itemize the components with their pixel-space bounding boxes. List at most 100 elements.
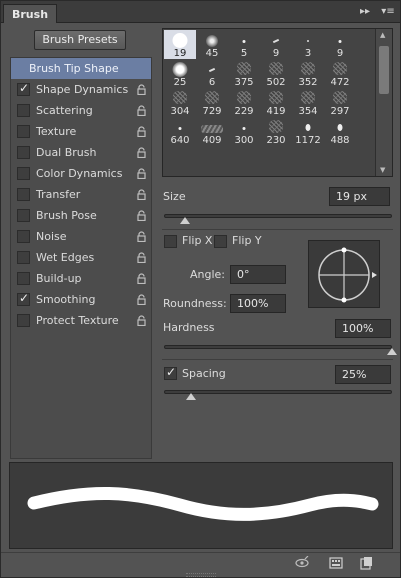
spacing-slider-thumb[interactable] <box>186 393 197 400</box>
option-checkbox[interactable] <box>17 188 30 201</box>
option-checkbox[interactable] <box>17 272 30 285</box>
brush-option-color-dynamics[interactable]: Color Dynamics <box>11 163 151 184</box>
brush-tip-cell[interactable]: 300 <box>228 117 260 146</box>
option-checkbox[interactable] <box>17 104 30 117</box>
brush-angle-widget[interactable] <box>308 240 380 308</box>
lock-icon[interactable] <box>136 210 147 221</box>
scroll-up-icon[interactable]: ▲ <box>380 31 385 39</box>
brush-tip-cell[interactable]: 352 <box>292 59 324 88</box>
panel-menu-icon[interactable]: ▾≡ <box>379 4 397 20</box>
brush-tip-cell[interactable]: 409 <box>196 117 228 146</box>
brush-tip-cell[interactable]: 230 <box>260 117 292 146</box>
option-checkbox[interactable]: ✓ <box>17 81 30 96</box>
brush-tip-cell[interactable]: 1172 <box>292 117 324 146</box>
brush-tip-cell[interactable]: 375 <box>228 59 260 88</box>
option-checkbox[interactable] <box>17 314 30 327</box>
brush-tip-grid[interactable]: 19 45 5 9 3 9 25 6 375 502 352 472 304 729 229 419 354 29… <box>162 28 393 177</box>
brush-option-smoothing[interactable]: ✓ Smoothing <box>11 289 151 310</box>
lock-icon[interactable] <box>136 273 147 284</box>
brush-size-label: 25 <box>173 77 187 88</box>
size-slider[interactable] <box>164 214 392 218</box>
new-brush-icon[interactable] <box>359 556 373 570</box>
brush-option-shape-dynamics[interactable]: ✓ Shape Dynamics <box>11 79 151 100</box>
brush-tip-cell[interactable]: 419 <box>260 88 292 117</box>
size-slider-thumb[interactable] <box>179 217 190 224</box>
spacing-field[interactable]: 25% <box>335 365 391 384</box>
brush-tip-thumbnail-icon <box>172 33 188 48</box>
scroll-down-icon[interactable]: ▼ <box>380 166 385 174</box>
option-label: Smoothing <box>36 293 96 306</box>
brush-presets-button[interactable]: Brush Presets <box>34 30 126 50</box>
lock-icon[interactable] <box>136 294 147 305</box>
option-checkbox[interactable] <box>17 146 30 159</box>
brush-tip-cell[interactable]: 25 <box>164 59 196 88</box>
brush-tip-cell[interactable]: 6 <box>196 59 228 88</box>
lock-icon[interactable] <box>136 315 147 326</box>
brush-grid-scrollbar[interactable]: ▲ ▼ <box>375 29 392 176</box>
brush-tip-cell[interactable]: 19 <box>164 30 196 59</box>
brush-tip-cell[interactable]: 472 <box>324 59 356 88</box>
lock-icon[interactable] <box>136 168 147 179</box>
scroll-thumb[interactable] <box>379 46 389 94</box>
lock-icon[interactable] <box>136 105 147 116</box>
collapse-icon[interactable]: ▸▸ <box>357 4 373 20</box>
lock-icon[interactable] <box>136 189 147 200</box>
brush-tip-cell[interactable]: 729 <box>196 88 228 117</box>
brush-tip-cell[interactable]: 9 <box>260 30 292 59</box>
angle-field[interactable]: 0° <box>230 265 286 284</box>
option-checkbox[interactable] <box>17 209 30 222</box>
brush-option-transfer[interactable]: Transfer <box>11 184 151 205</box>
brush-option-build-up[interactable]: Build-up <box>11 268 151 289</box>
lock-icon[interactable] <box>136 231 147 242</box>
option-checkbox[interactable] <box>17 251 30 264</box>
brush-tip-cell[interactable]: 297 <box>324 88 356 117</box>
roundness-field[interactable]: 100% <box>230 294 286 313</box>
resize-grip[interactable] <box>186 573 216 577</box>
flip-x-checkbox[interactable] <box>164 235 177 248</box>
brush-tip-cell[interactable]: 9 <box>324 30 356 59</box>
brush-size-label: 488 <box>330 135 350 146</box>
spacing-slider[interactable] <box>164 390 392 394</box>
toggle-live-tip-icon[interactable] <box>295 556 309 570</box>
spacing-checkbox[interactable]: ✓ <box>164 365 177 380</box>
brush-grid-icon[interactable] <box>329 556 343 570</box>
brush-tip-cell[interactable]: 488 <box>324 117 356 146</box>
flip-y-checkbox[interactable] <box>214 235 227 248</box>
option-checkbox[interactable] <box>17 167 30 180</box>
lock-icon[interactable] <box>136 126 147 137</box>
brush-tip-cell[interactable]: 640 <box>164 117 196 146</box>
option-label: Shape Dynamics <box>36 83 129 96</box>
brush-option-wet-edges[interactable]: Wet Edges <box>11 247 151 268</box>
hardness-slider-thumb[interactable] <box>387 348 397 355</box>
brush-option-dual-brush[interactable]: Dual Brush <box>11 142 151 163</box>
lock-icon[interactable] <box>136 252 147 263</box>
hardness-field[interactable]: 100% <box>335 319 391 338</box>
brush-option-texture[interactable]: Texture <box>11 121 151 142</box>
option-checkbox[interactable] <box>17 230 30 243</box>
tab-brush[interactable]: Brush <box>3 4 58 23</box>
brush-option-scattering[interactable]: Scattering <box>11 100 151 121</box>
brush-option-protect-texture[interactable]: Protect Texture <box>11 310 151 331</box>
brush-option-brush-pose[interactable]: Brush Pose <box>11 205 151 226</box>
option-checkbox[interactable] <box>17 125 30 138</box>
brush-tip-cell[interactable]: 304 <box>164 88 196 117</box>
option-label: Build-up <box>36 272 82 285</box>
brush-tip-cell[interactable]: 354 <box>292 88 324 117</box>
panel-footer <box>1 552 400 572</box>
brush-tip-cell[interactable]: 5 <box>228 30 260 59</box>
brush-tip-cell[interactable]: 3 <box>292 30 324 59</box>
brush-option-noise[interactable]: Noise <box>11 226 151 247</box>
lock-icon[interactable] <box>136 147 147 158</box>
brush-tip-shape-item[interactable]: Brush Tip Shape <box>11 58 151 79</box>
brush-tip-cell[interactable]: 502 <box>260 59 292 88</box>
size-field[interactable]: 19 px <box>329 187 390 206</box>
lock-icon[interactable] <box>136 84 147 95</box>
brush-size-label: 409 <box>202 135 222 146</box>
angle-crosshair-icon[interactable] <box>309 241 381 309</box>
divider <box>162 229 393 230</box>
brush-tip-cell[interactable]: 45 <box>196 30 228 59</box>
brush-tip-cell[interactable]: 229 <box>228 88 260 117</box>
hardness-slider[interactable] <box>164 345 392 349</box>
option-checkbox[interactable]: ✓ <box>17 291 30 306</box>
brush-size-label: 1172 <box>295 135 321 146</box>
